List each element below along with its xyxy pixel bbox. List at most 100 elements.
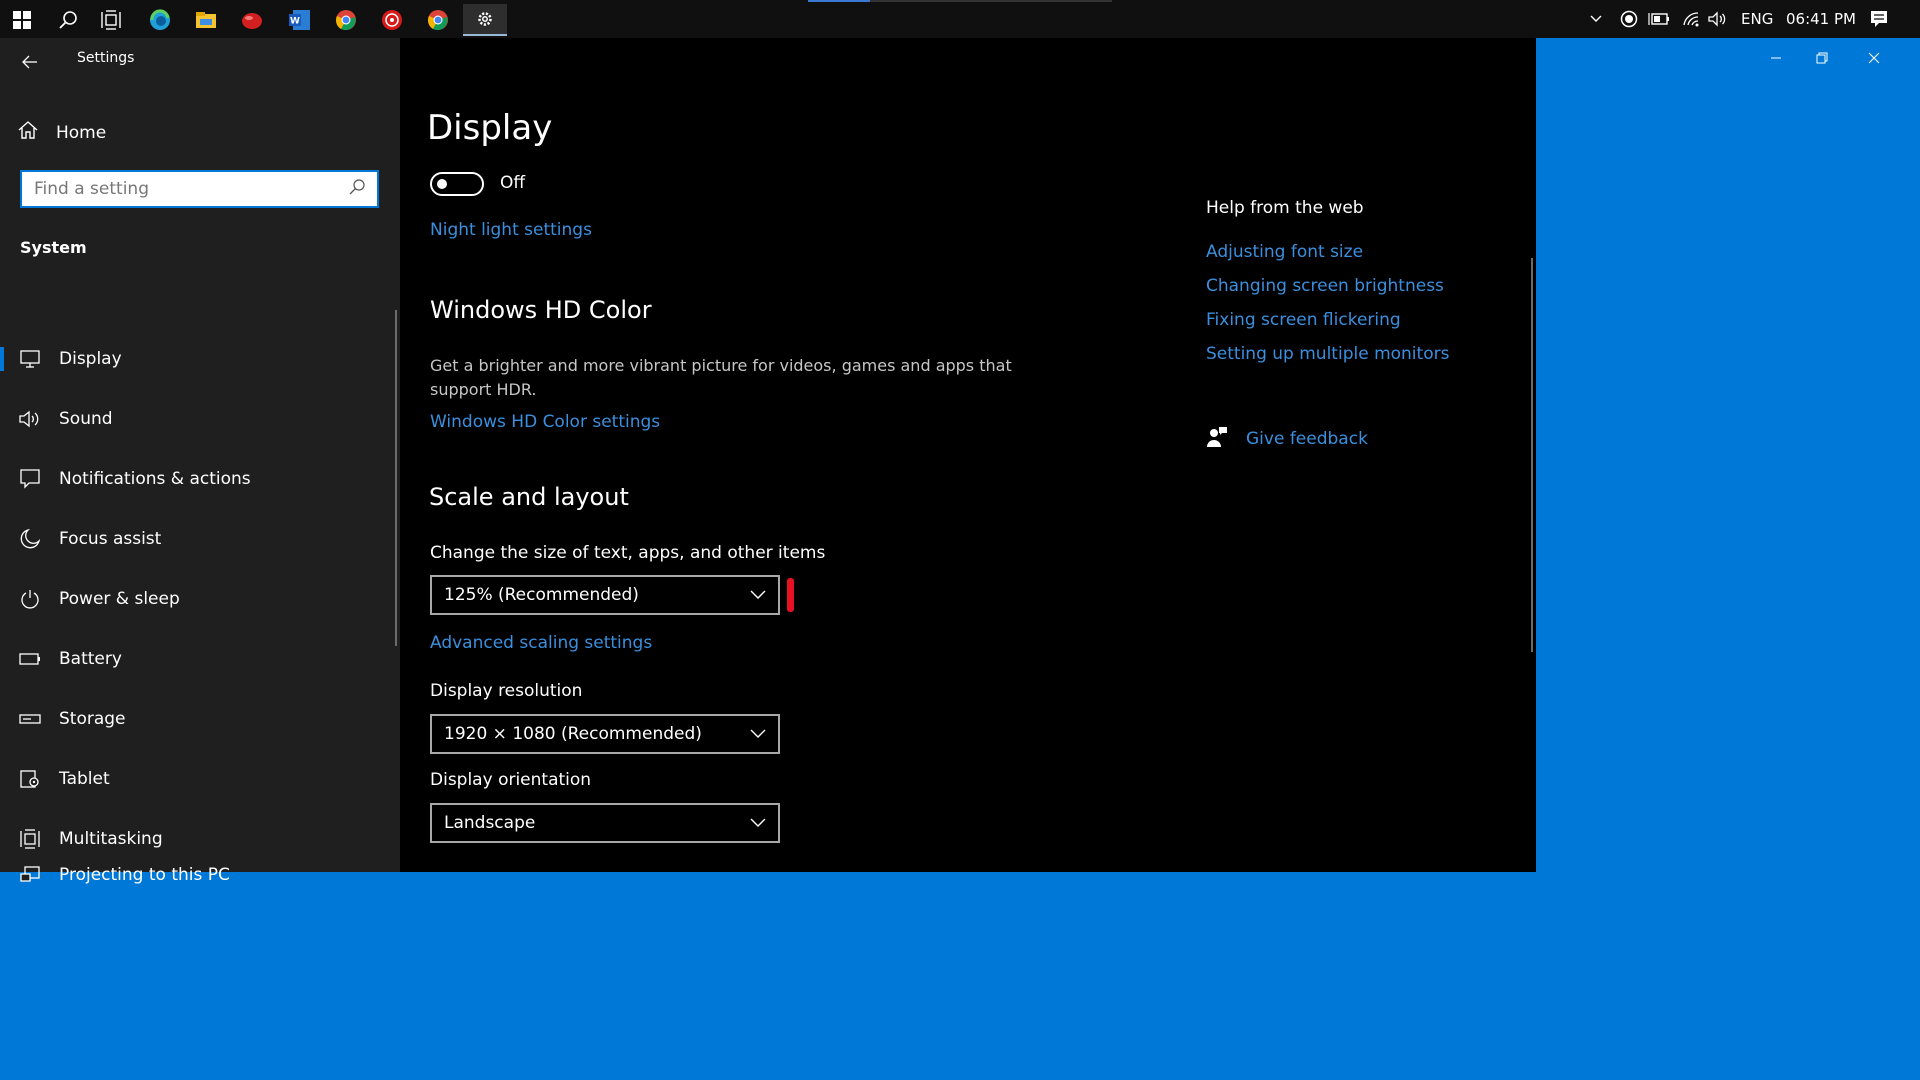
sidebar-item-focus-assist[interactable]: Focus assist	[0, 515, 392, 563]
sidebar-item-label: Tablet	[59, 769, 110, 789]
help-link-font-size[interactable]: Adjusting font size	[1206, 242, 1363, 262]
chrome-icon[interactable]	[326, 4, 366, 36]
chevron-down-icon	[750, 585, 766, 605]
scale-layout-heading: Scale and layout	[429, 483, 629, 511]
windows-start-icon[interactable]	[2, 4, 42, 36]
chevron-down-icon	[750, 724, 766, 744]
sidebar-item-label: Storage	[59, 709, 126, 729]
search-icon[interactable]	[48, 4, 88, 36]
red-target-icon[interactable]	[372, 4, 412, 36]
restore-button[interactable]	[1799, 38, 1845, 78]
edge-icon[interactable]	[140, 4, 180, 36]
settings-gear-icon[interactable]	[463, 4, 507, 36]
sidebar-item-label: Display	[59, 349, 122, 369]
chevron-down-icon	[750, 813, 766, 833]
minimize-button[interactable]	[1753, 38, 1799, 78]
sidebar-item-label: Notifications & actions	[59, 469, 251, 489]
close-button[interactable]	[1851, 38, 1897, 78]
orientation-dropdown[interactable]: Landscape	[430, 803, 780, 843]
sidebar-item-power-sleep[interactable]: Power & sleep	[0, 575, 392, 623]
orientation-dropdown-value: Landscape	[444, 813, 536, 833]
red-app-icon[interactable]	[232, 4, 272, 36]
section-label-system: System	[20, 238, 87, 257]
feedback-icon	[1206, 426, 1228, 452]
help-title: Help from the web	[1206, 198, 1364, 218]
power-icon	[19, 589, 41, 609]
sidebar-item-tablet[interactable]: Tablet	[0, 755, 392, 803]
settings-window: Settings Home System Display Sound Notif…	[0, 38, 1536, 885]
main-scrollbar[interactable]	[1531, 258, 1533, 652]
battery-charging-icon[interactable]	[1648, 0, 1670, 38]
page-title: Display	[427, 108, 553, 148]
tablet-icon	[19, 769, 41, 789]
advanced-scaling-link[interactable]: Advanced scaling settings	[430, 633, 652, 653]
home-label: Home	[56, 122, 107, 143]
sidebar-item-label: Projecting to this PC	[59, 865, 230, 885]
monitor-icon	[19, 350, 41, 368]
orientation-label: Display orientation	[430, 770, 592, 790]
sidebar-item-label: Focus assist	[59, 529, 162, 549]
running-indicator	[808, 0, 870, 2]
multitasking-icon	[19, 829, 41, 849]
scale-label: Change the size of text, apps, and other…	[430, 543, 826, 563]
sidebar-item-notifications[interactable]: Notifications & actions	[0, 455, 392, 503]
home-icon	[18, 120, 38, 145]
svg-text:W: W	[290, 17, 300, 27]
toggle-knob	[437, 179, 447, 189]
hd-color-settings-link[interactable]: Windows HD Color settings	[430, 412, 660, 432]
scale-dropdown[interactable]: 125% (Recommended)	[430, 575, 780, 615]
sidebar: Settings Home System Display Sound Notif…	[0, 38, 400, 885]
sidebar-item-storage[interactable]: Storage	[0, 695, 392, 743]
file-explorer-icon[interactable]	[186, 4, 226, 36]
clock[interactable]: 06:41 PM	[1786, 0, 1856, 38]
sidebar-item-label: Multitasking	[59, 829, 163, 849]
night-light-state: Off	[500, 173, 526, 193]
help-link-multiple-monitors[interactable]: Setting up multiple monitors	[1206, 344, 1449, 364]
notification-icon	[19, 469, 41, 489]
sidebar-item-sound[interactable]: Sound	[0, 395, 392, 443]
sidebar-scrollbar[interactable]	[395, 310, 397, 646]
task-view-icon[interactable]	[92, 4, 132, 36]
scale-dropdown-value: 125% (Recommended)	[444, 585, 639, 605]
app-title: Settings	[77, 50, 135, 66]
moon-icon	[19, 529, 41, 549]
search-icon[interactable]	[349, 179, 365, 199]
give-feedback[interactable]: Give feedback	[1206, 426, 1368, 452]
red-annotation-mark	[787, 578, 794, 612]
window-controls	[1536, 38, 1920, 78]
sidebar-item-label: Sound	[59, 409, 113, 429]
volume-icon[interactable]	[1708, 0, 1728, 38]
taskbar: W ENG 06:41 PM	[0, 0, 1920, 38]
chrome-icon[interactable]	[418, 4, 458, 36]
home-link[interactable]: Home	[18, 120, 106, 145]
word-icon[interactable]: W	[280, 4, 320, 36]
projecting-icon	[19, 865, 41, 885]
sidebar-item-projecting[interactable]: Projecting to this PC	[0, 863, 392, 887]
give-feedback-label: Give feedback	[1246, 429, 1368, 449]
search-box[interactable]	[20, 170, 379, 208]
sidebar-item-multitasking[interactable]: Multitasking	[0, 815, 392, 863]
sidebar-item-label: Power & sleep	[59, 589, 180, 609]
wifi-icon[interactable]	[1682, 0, 1702, 38]
speaker-icon	[19, 410, 41, 428]
running-indicator	[870, 0, 1112, 2]
search-input[interactable]	[34, 179, 349, 199]
action-center-icon[interactable]	[1869, 0, 1889, 38]
help-link-brightness[interactable]: Changing screen brightness	[1206, 276, 1444, 296]
sidebar-item-label: Battery	[59, 649, 122, 669]
record-icon[interactable]	[1620, 0, 1638, 38]
night-light-settings-link[interactable]: Night light settings	[430, 220, 592, 240]
tray-overflow-icon[interactable]	[1590, 0, 1602, 38]
sidebar-item-display[interactable]: Display	[0, 335, 392, 383]
hd-color-description: Get a brighter and more vibrant picture …	[430, 356, 1012, 399]
night-light-toggle[interactable]	[430, 172, 484, 196]
language-indicator[interactable]: ENG	[1741, 0, 1773, 38]
back-button[interactable]	[14, 46, 46, 78]
help-link-flickering[interactable]: Fixing screen flickering	[1206, 310, 1401, 330]
sidebar-item-battery[interactable]: Battery	[0, 635, 392, 683]
resolution-dropdown-value: 1920 × 1080 (Recommended)	[444, 724, 702, 744]
hd-color-heading: Windows HD Color	[430, 296, 652, 324]
resolution-dropdown[interactable]: 1920 × 1080 (Recommended)	[430, 714, 780, 754]
battery-icon	[19, 652, 41, 666]
main-content: Display Off Night light settings Windows…	[400, 38, 1536, 872]
